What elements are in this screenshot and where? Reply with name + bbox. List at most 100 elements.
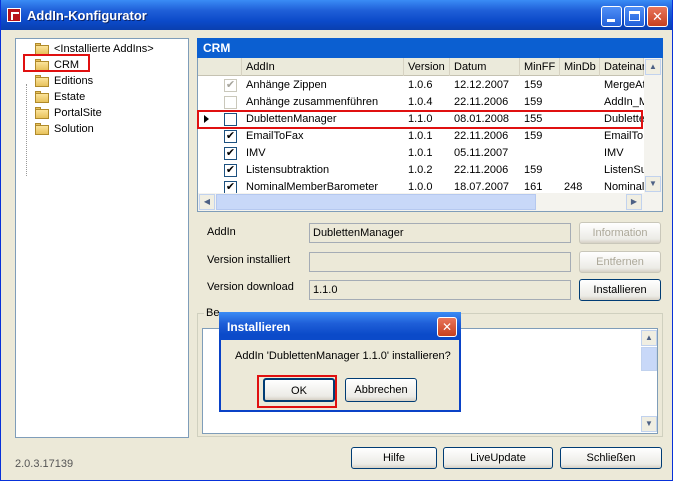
cell-version: 1.0.1 (408, 130, 433, 142)
close-icon: ✕ (652, 9, 663, 24)
grid-header: AddIn Version Datum MinFF MinDb Dateinar (198, 58, 646, 76)
abbrechen-button[interactable]: Abbrechen (345, 378, 417, 402)
highlight-dublettenmanager-row (197, 110, 643, 129)
cell-dateiname: IMV (604, 147, 624, 159)
cell-addin: Anhänge Zippen (246, 79, 327, 91)
highlight-crm (23, 54, 90, 72)
cell-datum: 12.12.2007 (454, 79, 510, 91)
cell-minff: 159 (524, 164, 543, 176)
folder-icon (34, 75, 50, 87)
vertical-scroll-thumb[interactable] (641, 347, 657, 371)
row-checkbox[interactable]: ✔ (224, 79, 237, 92)
header-datum[interactable]: Datum (450, 58, 520, 76)
maximize-icon (629, 11, 640, 21)
scroll-up-arrow-icon[interactable]: ▲ (641, 330, 657, 346)
horizontal-scroll-thumb[interactable] (216, 194, 536, 210)
row-checkbox[interactable] (224, 96, 237, 109)
cell-dateiname: AddIn_M (604, 96, 644, 108)
row-checkbox[interactable]: ✔ (224, 164, 237, 177)
scroll-down-arrow-icon[interactable]: ▼ (645, 176, 661, 192)
window-title: AddIn-Konfigurator (27, 8, 147, 23)
scroll-right-arrow-icon[interactable]: ▶ (626, 194, 642, 210)
row-checkbox[interactable]: ✔ (224, 147, 237, 160)
header-mindb[interactable]: MinDb (560, 58, 600, 76)
cell-addin: Listensubtraktion (246, 164, 330, 176)
header-dateiname[interactable]: Dateinar (600, 58, 646, 76)
liveupdate-button[interactable]: LiveUpdate (443, 447, 553, 469)
version-installed-label: Version installiert (207, 254, 291, 266)
minimize-button[interactable] (601, 6, 622, 27)
install-dialog: Installieren ✕ AddIn 'DublettenManager 1… (219, 312, 461, 412)
main-window: AddIn-Konfigurator ✕ <Installierte AddIn… (0, 0, 673, 481)
header-addin[interactable]: AddIn (242, 58, 404, 76)
cell-version: 1.0.2 (408, 164, 433, 176)
cell-addin: Anhänge zusammenführen (246, 96, 379, 108)
cell-addin: EmailToFax (246, 130, 304, 142)
hilfe-button[interactable]: Hilfe (351, 447, 437, 469)
cell-minff: 159 (524, 96, 543, 108)
header-minff[interactable]: MinFF (520, 58, 560, 76)
table-row[interactable]: ✔ Listensubtraktion 1.0.2 22.11.2006 159… (198, 162, 644, 179)
entfernen-button[interactable]: Entfernen (579, 251, 661, 273)
information-button[interactable]: Information (579, 222, 661, 244)
installieren-button[interactable]: Installieren (579, 279, 661, 301)
version-installed-field (309, 252, 571, 272)
tree-item-label: Estate (54, 91, 86, 103)
row-checkbox[interactable]: ✔ (224, 130, 237, 143)
addin-field: DublettenManager (309, 223, 571, 243)
addin-grid[interactable]: AddIn Version Datum MinFF MinDb Dateinar… (197, 58, 663, 212)
grid-vertical-scrollbar[interactable]: ▲ ▼ (644, 58, 662, 194)
cell-datum: 22.11.2006 (454, 96, 509, 108)
folder-icon (34, 91, 50, 103)
dialog-close-icon[interactable]: ✕ (437, 317, 457, 337)
cell-mindb (560, 128, 600, 145)
header-version[interactable]: Version (404, 58, 450, 76)
addin-label: AddIn (207, 226, 236, 238)
table-row[interactable]: Anhänge zusammenführen 1.0.4 22.11.2006 … (198, 94, 644, 111)
dialog-title[interactable]: Installieren (219, 312, 461, 340)
header-blank (198, 58, 242, 76)
scroll-up-arrow-icon[interactable]: ▲ (645, 59, 661, 75)
tree-item-estate[interactable]: Estate (34, 89, 85, 105)
folder-icon (34, 107, 50, 119)
cell-addin: IMV (246, 147, 266, 159)
cell-datum: 05.11.2007 (454, 147, 509, 159)
cell-mindb (560, 77, 600, 94)
cell-version: 1.0.6 (408, 79, 433, 91)
close-button[interactable]: ✕ (647, 6, 668, 27)
crm-header: CRM (197, 38, 663, 58)
table-row[interactable]: ✔ IMV 1.0.1 05.11.2007 IMV (198, 145, 644, 162)
cell-datum: 22.11.2006 (454, 130, 509, 142)
tree-item-label: PortalSite (54, 107, 102, 119)
table-row[interactable]: ✔ Anhänge Zippen 1.0.6 12.12.2007 159 Me… (198, 77, 644, 94)
app-icon (7, 8, 21, 22)
scroll-left-arrow-icon[interactable]: ◀ (199, 194, 215, 210)
cell-dateiname: MergeAtt (604, 79, 644, 91)
title-bar[interactable]: AddIn-Konfigurator ✕ (1, 0, 672, 30)
version-download-field: 1.1.0 (309, 280, 571, 300)
grid-horizontal-scrollbar[interactable]: ◀ ▶ (198, 193, 662, 211)
highlight-ok-button (257, 375, 337, 408)
tree-connector-line (26, 84, 27, 176)
table-row[interactable]: ✔ EmailToFax 1.0.1 22.11.2006 159 EmailT… (198, 128, 644, 145)
cell-minff: 159 (524, 130, 543, 142)
cell-mindb (560, 145, 600, 162)
minimize-icon (607, 19, 615, 22)
folder-icon (34, 123, 50, 135)
version-text: 2.0.3.17139 (15, 458, 74, 470)
maximize-button[interactable] (624, 6, 645, 27)
dialog-message: AddIn 'DublettenManager 1.1.0' installie… (235, 350, 451, 362)
cell-mindb (560, 94, 600, 111)
addin-tree[interactable]: <Installierte AddIns> CRM Editions Estat… (15, 38, 189, 438)
cell-minff (520, 145, 560, 162)
scroll-down-arrow-icon[interactable]: ▼ (641, 416, 657, 432)
cell-dateiname: ListenSu (604, 164, 644, 176)
cell-minff: 159 (524, 79, 543, 91)
version-download-label: Version download (207, 281, 294, 293)
cell-dateiname: EmailToF (604, 130, 644, 142)
tree-item-editions[interactable]: Editions (34, 73, 93, 89)
schliessen-button[interactable]: Schließen (560, 447, 662, 469)
tree-item-solution[interactable]: Solution (34, 121, 94, 137)
cell-version: 1.0.1 (408, 147, 433, 159)
tree-item-portalsite[interactable]: PortalSite (34, 105, 102, 121)
